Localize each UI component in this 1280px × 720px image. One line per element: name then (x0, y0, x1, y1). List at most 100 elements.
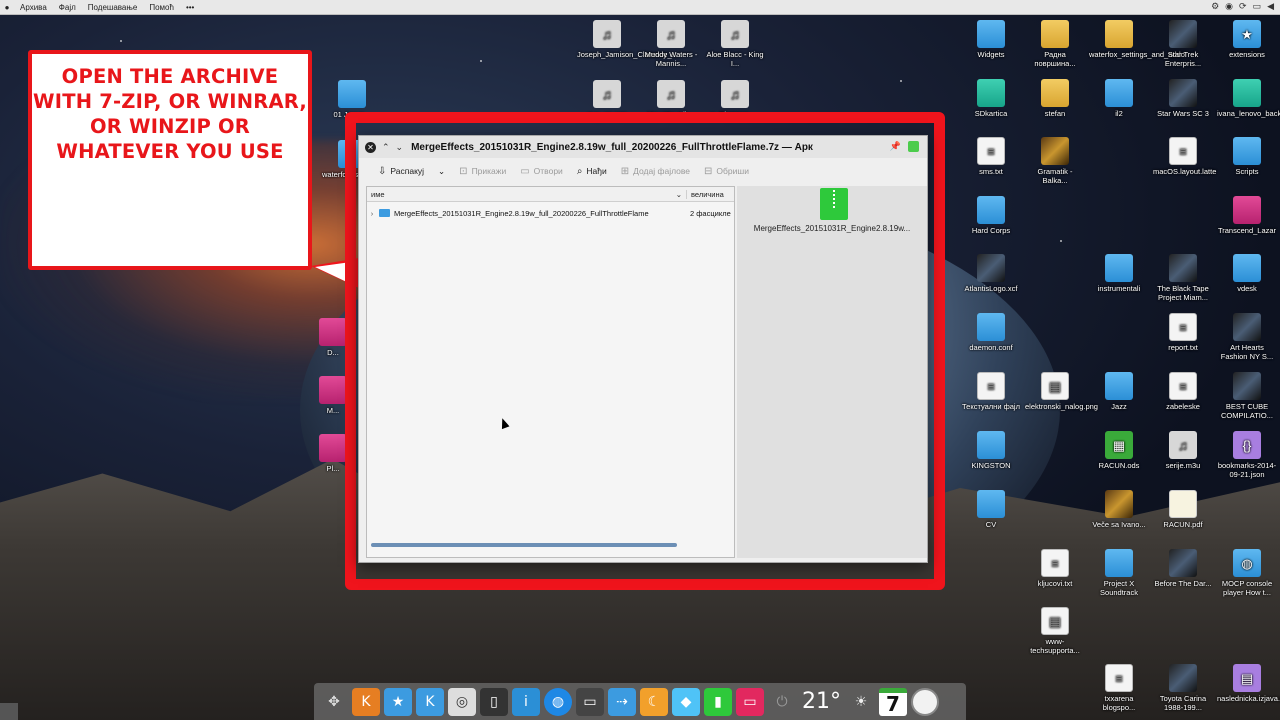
desktop-icon[interactable]: Transcend_Lazar (1217, 196, 1277, 235)
desktop-icon[interactable]: ≡ Текстуални фајл (961, 372, 1021, 411)
desktop-icon[interactable]: Star Trek Enterpris... (1153, 20, 1213, 68)
close-icon[interactable]: ✕ (365, 141, 376, 153)
desktop-icon[interactable]: ♫ Joseph_Jamison_Clarence_... (577, 20, 678, 59)
desktop-icon[interactable]: ▦ RACUN.ods (1089, 431, 1149, 470)
wifi-icon[interactable]: ◉ (1225, 1, 1233, 12)
column-header-name[interactable]: име ⌄ (367, 189, 687, 199)
app-launcher-icon[interactable]: ● (0, 3, 14, 12)
desktop-icon[interactable]: ≡ report.txt (1153, 313, 1213, 352)
horizontal-scrollbar[interactable] (371, 543, 677, 547)
table-row[interactable]: › MergeEffects_20151031R_Engine2.8.19w_f… (367, 204, 734, 222)
menu-file[interactable]: Фајл (53, 3, 82, 12)
desktop-icon[interactable]: ◍ MOCP console player How t... (1217, 549, 1277, 597)
kde-launcher-icon[interactable]: K (352, 687, 380, 716)
desktop-icon[interactable]: Art Hearts Fashion NY S... (1217, 313, 1277, 361)
screen-icon[interactable]: ▭ (576, 687, 604, 716)
desktop-icon[interactable]: daemon.conf (961, 313, 1021, 352)
menu-archive[interactable]: Архива (14, 3, 53, 12)
desktop-icon[interactable]: il2 (1089, 79, 1149, 118)
desktop-icon[interactable]: SDkartica (961, 79, 1021, 118)
info-icon[interactable]: i (512, 687, 540, 716)
desktop-icon[interactable]: Scripts (1217, 137, 1277, 176)
clock-icon[interactable] (911, 687, 939, 716)
delete-button[interactable]: ⊟ Обриши (699, 164, 754, 179)
trash-icon[interactable] (0, 703, 18, 720)
disk-icon[interactable]: ◎ (448, 687, 476, 716)
sun-icon[interactable]: ☀ (847, 688, 875, 716)
desktop-icon[interactable]: CV (961, 490, 1021, 529)
browser-icon[interactable]: ◍ (544, 687, 572, 716)
chevron-down-icon[interactable]: ⌄ (396, 142, 404, 153)
kde-folder-icon[interactable]: K (416, 687, 444, 716)
desktop-icon[interactable]: ivana_lenovo_backup (1217, 79, 1280, 118)
desktop-icon[interactable]: ★ extensions (1217, 20, 1277, 59)
extract-button[interactable]: ⇩ Распакуј (373, 164, 429, 179)
update-icon[interactable]: ⟳ (1239, 1, 1247, 12)
calendar-icon[interactable]: 7 (879, 687, 907, 716)
desktop-icon[interactable]: stefan (1025, 79, 1085, 118)
column-header-size[interactable]: величина (687, 190, 724, 199)
volume-icon[interactable]: ◀ (1267, 1, 1274, 12)
desktop-icon[interactable]: ≡ kljucovi.txt (1025, 549, 1085, 588)
file-list[interactable]: име ⌄ величина › MergeEffects_20151031R_… (366, 186, 735, 558)
app-icon[interactable]: ◆ (672, 687, 700, 716)
desktop-icon[interactable]: instrumentali (1089, 254, 1149, 293)
open-button[interactable]: ▭ Отвори (515, 164, 568, 179)
share-folder-icon[interactable]: ⇢ (608, 687, 636, 716)
desktop-icon[interactable]: Радна површина... (1025, 20, 1085, 68)
desktop-icon[interactable]: vdesk (1217, 254, 1277, 293)
window-titlebar[interactable]: ✕ ⌃ ⌄ MergeEffects_20151031R_Engine2.8.1… (359, 136, 927, 158)
desktop-icon[interactable]: Gramatik - Balka... (1025, 137, 1085, 185)
desktop-icon[interactable]: {} bookmarks-2014-09-21.json (1217, 431, 1277, 479)
desktop-icon[interactable]: Veče sa Ivano... (1089, 490, 1149, 529)
menu-more[interactable]: ••• (180, 3, 200, 12)
desktop-icon[interactable]: Toyota Carina 1988-199... (1153, 664, 1213, 712)
desktop-icon[interactable]: ▤ elektronski_nalog.png (1025, 372, 1098, 411)
menu-settings[interactable]: Подешавање (82, 3, 144, 12)
star-folder-icon[interactable]: ★ (384, 687, 412, 716)
desktop-icon[interactable]: ≡ zabeleske (1153, 372, 1213, 411)
desktop-icon[interactable]: The Black Tape Project Miam... (1153, 254, 1213, 302)
desktop-icon[interactable]: BEST CUBE COMPILATIO... (1217, 372, 1277, 420)
desktop-icon[interactable]: ≡ sms.txt (961, 137, 1021, 176)
desktop-icon[interactable]: Jazz (1089, 372, 1149, 411)
find-button[interactable]: ⌕ Нађи (572, 164, 612, 179)
menu-help[interactable]: Помоћ (143, 3, 180, 12)
add-files-button[interactable]: ⊞ Додај фајлове (616, 164, 695, 179)
battery-icon[interactable]: ▭ (1253, 1, 1262, 12)
desktop-icon[interactable]: Star Wars SC 3 (1153, 79, 1213, 118)
notes-icon[interactable]: ▯ (480, 687, 508, 716)
desktop-icon[interactable]: ▤ naslednicka.izjava.docx (1217, 664, 1280, 703)
settings-icon[interactable]: ⚙ (1211, 1, 1219, 12)
desktop-icon[interactable]: ♫ serije.m3u (1153, 431, 1213, 470)
desktop-icon[interactable]: AtlantisLogo.xcf (961, 254, 1021, 293)
pin-icon[interactable]: 📌 (890, 141, 901, 152)
chevron-up-icon[interactable]: ⌃ (382, 142, 390, 153)
desktop-icon[interactable]: ≡ txxarena blogspo... (1089, 664, 1149, 712)
desktop-icon[interactable]: Pl... (318, 434, 348, 473)
preview-button[interactable]: ⊡ Прикажи (454, 164, 511, 179)
desktop-icon[interactable]: ♫ Muddy Waters - Mannis... (641, 20, 701, 68)
desktop-icon[interactable]: Project X Soundtrack (1089, 549, 1149, 597)
desktop-icon[interactable]: RACUN.pdf (1153, 490, 1213, 529)
shutdown-icon[interactable]: ⏻ (768, 688, 796, 716)
moon-icon[interactable]: ☾ (640, 687, 668, 716)
expand-arrow-icon[interactable]: › (367, 209, 377, 218)
desktop-icon[interactable]: ▤ www-techsupporta... (1025, 607, 1085, 655)
move-icon[interactable]: ✥ (320, 688, 348, 716)
desktop-icon[interactable]: M... (318, 376, 348, 415)
column-name-label: име (371, 189, 385, 199)
desktop-icon[interactable]: D... (318, 318, 348, 357)
desktop-icon[interactable]: KINGSTON (961, 431, 1021, 470)
desktop-icon[interactable]: Before The Dar... (1153, 549, 1213, 588)
weather-temperature[interactable]: 21° (800, 689, 843, 714)
archive-icon[interactable]: ▮ (704, 687, 732, 716)
desktop-icon[interactable]: ≡ macOS.layout.latte (1153, 137, 1216, 176)
desktop-icon[interactable]: Hard Corps (961, 196, 1021, 235)
desktop-icon[interactable]: Widgets (961, 20, 1021, 59)
desktop-icon[interactable]: waterfox_settings_and_addo (1089, 20, 1185, 59)
maximize-button[interactable] (908, 141, 919, 152)
desktop-icon[interactable]: ♫ Aloe Blacc - King I... (705, 20, 765, 68)
folder-icon[interactable]: ▭ (736, 687, 764, 716)
extract-dropdown[interactable]: ⌄ (433, 164, 450, 179)
